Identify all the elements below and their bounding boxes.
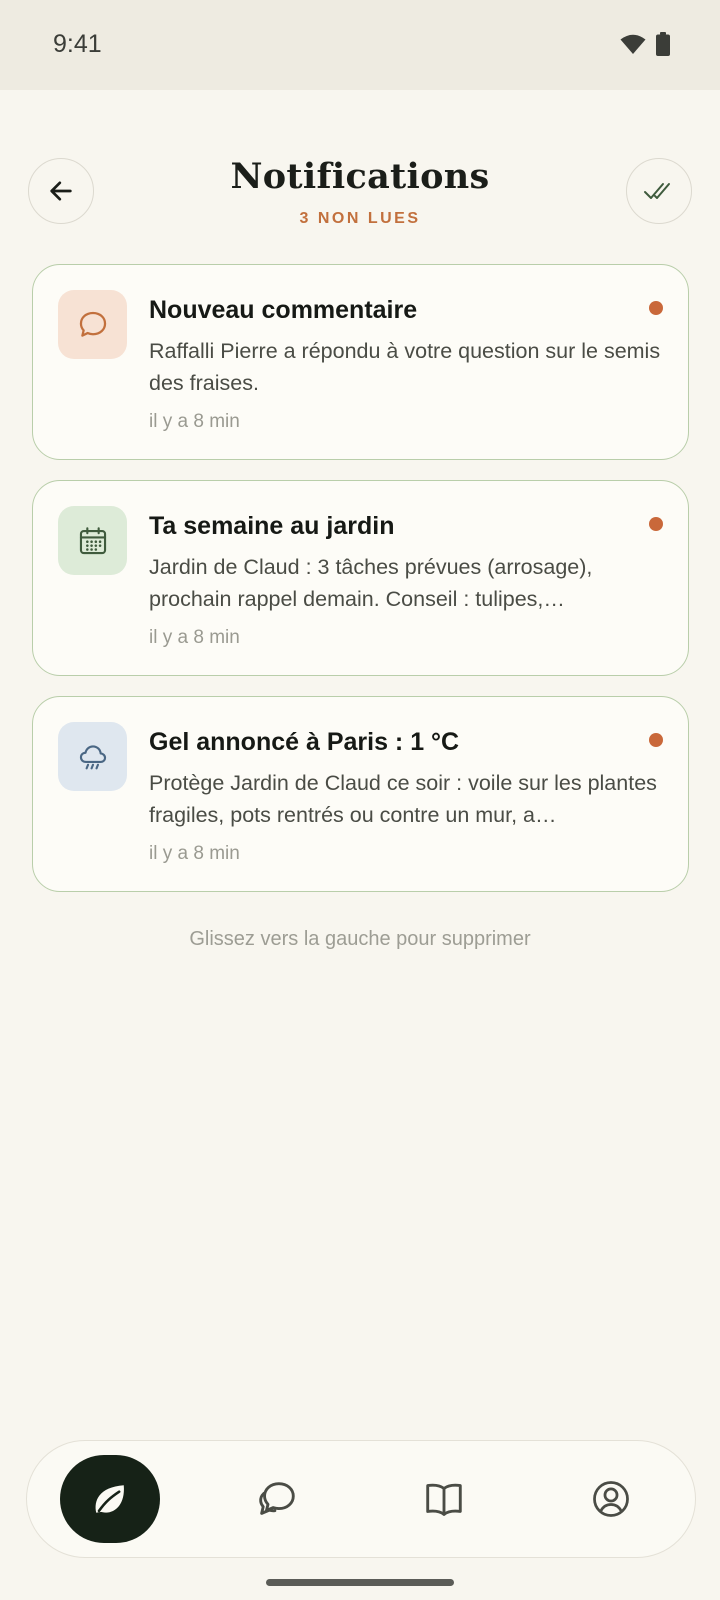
battery-icon [656, 32, 670, 56]
notification-body: Protège Jardin de Claud ce soir : voile … [149, 771, 657, 827]
book-icon [426, 1483, 462, 1516]
notification-list: Nouveau commentaire Raffalli Pierre a ré… [32, 264, 689, 912]
notification-time: il y a 8 min [149, 411, 240, 432]
weather-icon-tile [58, 722, 127, 791]
notification-time: il y a 8 min [149, 843, 240, 864]
nav-garden[interactable] [60, 1455, 160, 1543]
notification-title: Nouveau commentaire [149, 296, 418, 324]
chat-bubble-icon [79, 311, 106, 337]
status-icons [620, 32, 670, 56]
wifi-icon [620, 34, 646, 54]
status-bar: 9:41 [0, 0, 720, 90]
profile-icon [593, 1481, 629, 1517]
notification-title: Ta semaine au jardin [149, 512, 395, 540]
mark-all-read-button[interactable] [626, 158, 692, 224]
nav-guide[interactable] [394, 1455, 494, 1543]
calendar-icon [79, 526, 106, 554]
unread-dot [649, 301, 663, 315]
nav-community[interactable] [227, 1455, 327, 1543]
swipe-hint: Glissez vers la gauche pour supprimer [189, 928, 531, 950]
calendar-icon-tile [58, 506, 127, 575]
notification-card[interactable]: Ta semaine au jardin Jardin de Claud : 3… [32, 480, 689, 676]
comment-icon-tile [58, 290, 127, 359]
bottom-nav [26, 1440, 696, 1558]
leaf-icon [95, 1485, 124, 1513]
notification-title: Gel annoncé à Paris : 1 °C [149, 728, 460, 756]
notification-card[interactable]: Nouveau commentaire Raffalli Pierre a ré… [32, 264, 689, 460]
page-title: Notifications [230, 156, 490, 197]
status-time: 9:41 [53, 30, 102, 58]
unread-dot [649, 733, 663, 747]
rain-cloud-icon [79, 744, 106, 769]
notification-card[interactable]: Gel annoncé à Paris : 1 °C Protège Jardi… [32, 696, 689, 892]
notification-time: il y a 8 min [149, 627, 240, 648]
notification-body: Jardin de Claud : 3 tâches prévues (arro… [149, 555, 593, 611]
home-indicator[interactable] [266, 1579, 454, 1586]
header: Notifications 3 NON LUES [0, 150, 720, 240]
unread-count: 3 NON LUES [299, 210, 421, 227]
notification-body: Raffalli Pierre a répondu à votre questi… [149, 339, 661, 395]
chat-icon [259, 1482, 295, 1515]
nav-profile[interactable] [561, 1455, 661, 1543]
double-check-icon [644, 183, 670, 199]
unread-dot [649, 517, 663, 531]
